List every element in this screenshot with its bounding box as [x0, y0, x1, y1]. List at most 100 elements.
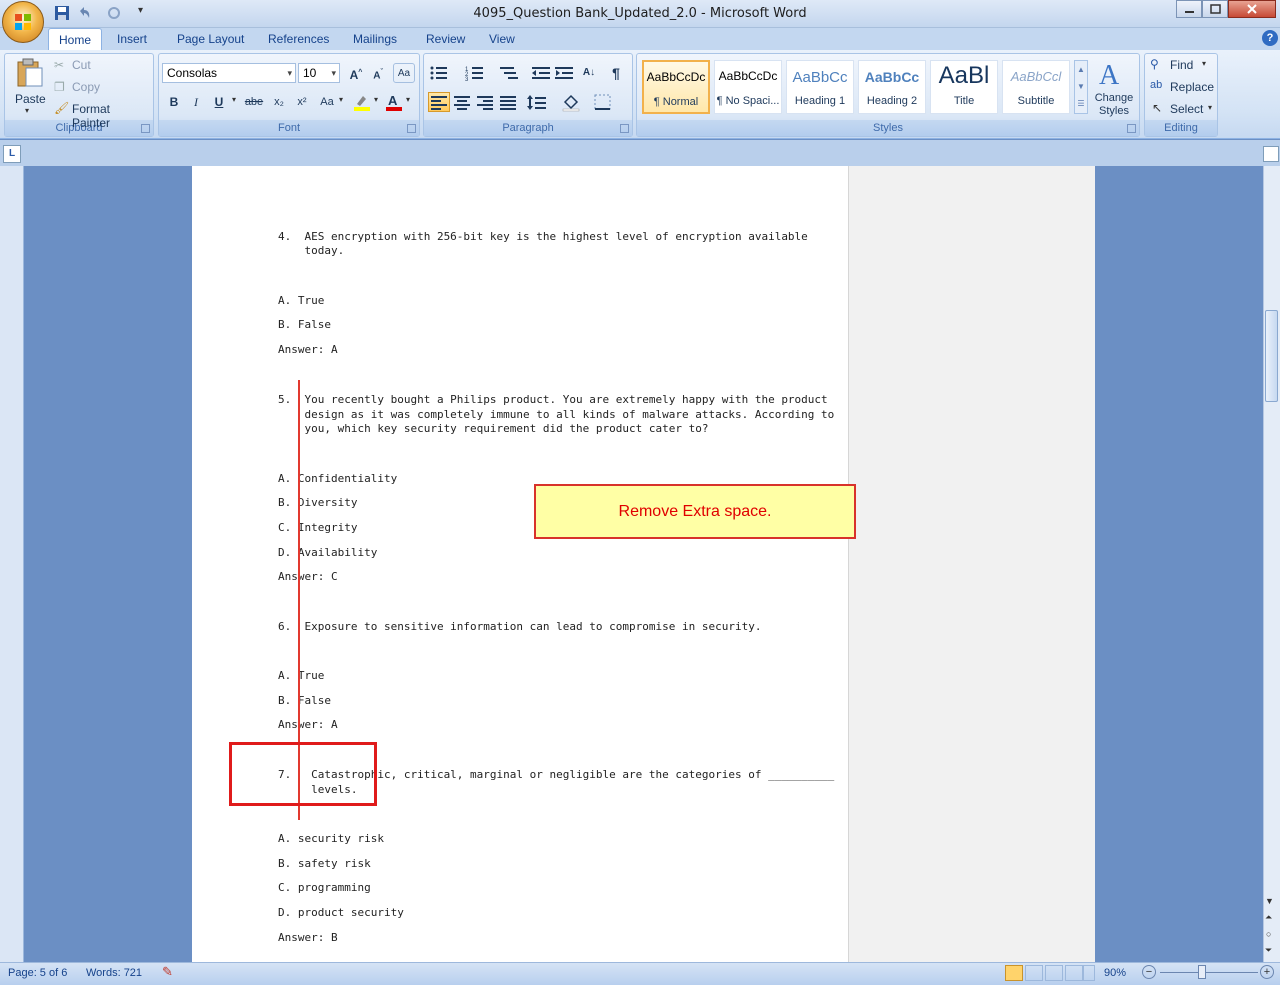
document-line: B. Diversity — [278, 496, 358, 509]
tab-selector-button[interactable]: L — [3, 145, 21, 163]
zoom-out-icon[interactable]: − — [1142, 965, 1156, 979]
view-buttons — [1005, 965, 1095, 981]
page-count[interactable]: Page: 5 of 6 — [8, 967, 67, 979]
draft-icon[interactable] — [1083, 965, 1095, 981]
document-line: 6. Exposure to sensitive information can… — [278, 620, 762, 633]
font-name-value: Consolas — [167, 66, 218, 80]
tab-insert[interactable]: Insert — [107, 28, 157, 50]
paste-button[interactable]: Paste ▾ — [10, 56, 48, 115]
justify-icon[interactable] — [497, 92, 519, 112]
paste-dropdown-icon[interactable]: ▾ — [25, 106, 29, 115]
style-no-spacing[interactable]: AaBbCcDc ¶ No Spaci... — [714, 60, 782, 114]
office-button[interactable] — [2, 1, 44, 43]
close-button[interactable] — [1228, 0, 1276, 18]
shrink-font-icon[interactable]: Aˇ — [367, 63, 389, 83]
decrease-indent-icon[interactable] — [530, 63, 552, 83]
select-button[interactable]: ↖ Select ▾ — [1150, 101, 1216, 119]
font-color-icon[interactable]: A — [383, 92, 405, 112]
highlight-icon[interactable] — [351, 92, 373, 112]
outline-icon[interactable] — [1065, 965, 1083, 981]
replace-button[interactable]: ab Replace — [1150, 79, 1216, 97]
scrollbar-thumb[interactable] — [1265, 310, 1278, 402]
chevron-down-icon[interactable]: ▾ — [331, 64, 336, 82]
show-formatting-icon[interactable]: ¶ — [605, 63, 627, 83]
subscript-button[interactable]: x₂ — [268, 92, 290, 112]
font-name-combo[interactable]: Consolas ▾ — [162, 63, 296, 83]
document-line: B. False — [278, 694, 331, 707]
style-subtitle[interactable]: AaBbCcl Subtitle — [1002, 60, 1070, 114]
tab-mailings[interactable]: Mailings — [343, 28, 407, 50]
styles-gallery-scroll[interactable]: ▲ ▼ ☰ — [1074, 60, 1088, 114]
document-line: design as it was completely immune to al… — [278, 408, 835, 421]
tab-page-layout[interactable]: Page Layout — [167, 28, 254, 50]
highlight-dropdown-icon[interactable]: ▾ — [374, 95, 378, 104]
font-size-combo[interactable]: 10 ▾ — [298, 63, 340, 83]
find-button[interactable]: ⚲ Find ▾ — [1150, 57, 1216, 75]
italic-button[interactable]: I — [185, 92, 207, 112]
copy-button[interactable]: ❐ Copy — [54, 79, 144, 97]
underline-dropdown-icon[interactable]: ▾ — [232, 95, 236, 104]
change-case-dropdown-icon[interactable]: ▾ — [339, 95, 343, 104]
style-heading-1[interactable]: AaBbCc Heading 1 — [786, 60, 854, 114]
style-name: Title — [953, 95, 975, 107]
find-label: Find — [1170, 58, 1194, 72]
style-heading-2[interactable]: AaBbCc Heading 2 — [858, 60, 926, 114]
zoom-in-icon[interactable]: + — [1260, 965, 1274, 979]
vertical-scrollbar[interactable] — [1263, 166, 1280, 962]
minimize-button[interactable] — [1176, 0, 1202, 18]
print-layout-icon[interactable] — [1005, 965, 1023, 981]
bold-button[interactable]: B — [163, 92, 185, 112]
view-ruler-icon[interactable] — [1263, 146, 1279, 162]
bullets-icon[interactable] — [428, 63, 450, 83]
word-count[interactable]: Words: 721 — [86, 967, 142, 979]
dialog-launcher-icon[interactable] — [1127, 124, 1136, 133]
style-sample: AaBbCcl — [1010, 69, 1062, 84]
change-styles-button[interactable]: A Change Styles — [1090, 56, 1136, 120]
tab-view[interactable]: View — [479, 28, 525, 50]
style-normal[interactable]: AaBbCcDc ¶ Normal — [642, 60, 710, 114]
format-painter-button[interactable]: 🖌 Format Painter — [54, 101, 150, 130]
increase-indent-icon[interactable] — [553, 63, 575, 83]
change-case-button[interactable]: Aa — [316, 92, 338, 112]
maximize-button[interactable] — [1202, 0, 1228, 18]
multilevel-list-icon[interactable] — [498, 63, 520, 83]
font-color-dropdown-icon[interactable]: ▾ — [406, 95, 410, 104]
align-right-icon[interactable] — [474, 92, 496, 112]
browse-object-icon[interactable]: ○ — [1266, 929, 1271, 939]
style-sample: AaBl — [938, 62, 990, 89]
borders-icon[interactable] — [592, 92, 614, 112]
scroll-down-icon[interactable]: ▼ — [1265, 896, 1274, 906]
strikethrough-button[interactable]: abe — [243, 92, 265, 112]
tab-home[interactable]: Home — [48, 28, 103, 51]
chevron-down-icon[interactable]: ▾ — [287, 64, 292, 82]
tab-references[interactable]: References — [258, 28, 339, 50]
previous-page-icon[interactable]: ⏶ — [1265, 912, 1272, 923]
sort-icon[interactable]: A↓ — [578, 63, 600, 83]
align-left-icon[interactable] — [428, 92, 450, 112]
line-spacing-icon[interactable] — [526, 92, 548, 112]
style-sample: AaBbCc — [864, 69, 920, 85]
clear-formatting-icon[interactable]: Aa — [393, 63, 415, 83]
help-icon[interactable]: ? — [1262, 30, 1278, 46]
proofing-icon[interactable]: ✎ — [162, 964, 173, 980]
underline-button[interactable]: U — [208, 92, 230, 112]
grow-font-icon[interactable]: A^ — [345, 63, 367, 83]
office-logo-icon — [15, 14, 31, 30]
numbering-icon[interactable]: 123 — [464, 63, 486, 83]
document-line: A. True — [278, 294, 325, 307]
web-layout-icon[interactable] — [1045, 965, 1063, 981]
cut-button[interactable]: ✂ Cut — [54, 57, 144, 75]
align-center-icon[interactable] — [451, 92, 473, 112]
shading-icon[interactable] — [560, 92, 582, 112]
dialog-launcher-icon[interactable] — [407, 124, 416, 133]
zoom-slider-thumb[interactable] — [1198, 965, 1206, 979]
zoom-slider-track[interactable] — [1160, 972, 1258, 973]
change-styles-label: Change Styles — [1094, 92, 1134, 117]
tab-review[interactable]: Review — [416, 28, 475, 50]
full-screen-reading-icon[interactable] — [1025, 965, 1043, 981]
style-title[interactable]: AaBl Title — [930, 60, 998, 114]
superscript-button[interactable]: x² — [291, 92, 313, 112]
zoom-level[interactable]: 90% — [1104, 967, 1126, 979]
next-page-icon[interactable]: ⏷ — [1265, 945, 1272, 956]
dialog-launcher-icon[interactable] — [620, 124, 629, 133]
